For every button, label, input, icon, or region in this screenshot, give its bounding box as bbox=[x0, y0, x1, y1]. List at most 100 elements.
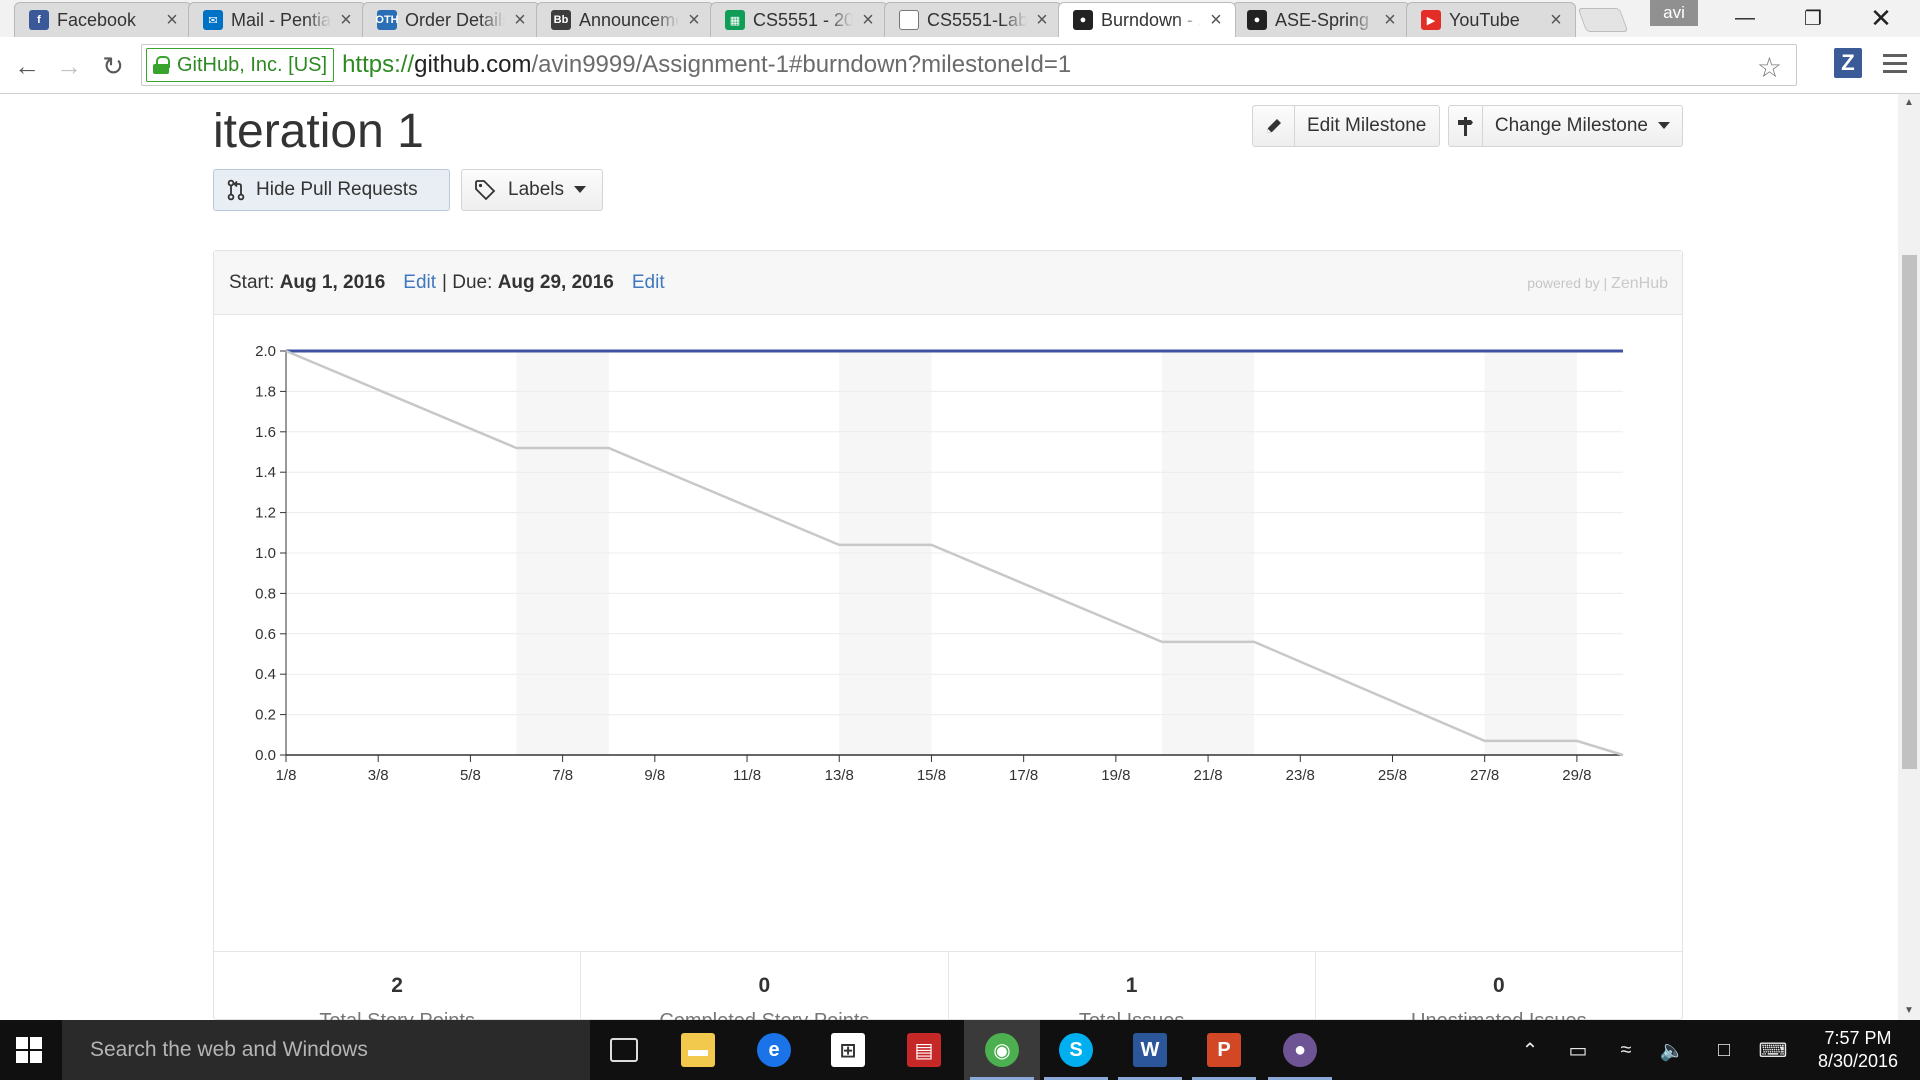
scroll-down-icon[interactable]: ▼ bbox=[1898, 1002, 1920, 1020]
taskbar-app-9[interactable]: ● bbox=[1262, 1020, 1338, 1080]
stat-completed-story-points: 0Completed Story Points bbox=[581, 952, 949, 1020]
url-text[interactable]: https://github.com/avin9999/Assignment-1… bbox=[342, 51, 1071, 79]
browser-tab-6[interactable]: ● Burndown - ZenHub × bbox=[1058, 2, 1236, 37]
taskbar-app-4[interactable]: ▤ bbox=[886, 1020, 962, 1080]
browser-tab-7[interactable]: ● ASE-Spring × bbox=[1232, 2, 1410, 37]
browser-tab-0[interactable]: f Facebook × bbox=[14, 2, 192, 37]
page-scrollbar[interactable]: ▲ ▼ bbox=[1898, 94, 1920, 1020]
windows-start-icon[interactable] bbox=[16, 1037, 42, 1063]
bookmark-star-icon[interactable]: ☆ bbox=[1757, 51, 1782, 84]
tab-title: Mail - Pentiah bbox=[231, 9, 331, 30]
milestone-signpost-icon bbox=[1449, 106, 1483, 146]
taskbar-app-7[interactable]: W bbox=[1112, 1020, 1188, 1080]
burndown-chart: 0.0 0.2 0.4 0.6 0.8 1.0 1.2 1.4 1.6 1.8 2.0 1/8 3/8 5… bbox=[255, 343, 1624, 784]
hide-pull-requests-button[interactable]: Hide Pull Requests bbox=[213, 169, 450, 211]
tab-title: CS5551-Lab bbox=[927, 9, 1027, 30]
new-tab-button[interactable] bbox=[1577, 8, 1629, 32]
taskbar-search-box[interactable]: Search the web and Windows bbox=[62, 1020, 590, 1080]
close-tab-icon[interactable]: × bbox=[1207, 9, 1225, 32]
y-tick-label: 0.2 bbox=[255, 707, 276, 724]
milestone-title: iteration 1 bbox=[213, 105, 424, 158]
y-tick-label: 1.6 bbox=[255, 424, 276, 441]
edit-start-date-link[interactable]: Edit bbox=[403, 272, 436, 294]
youtube-icon: ▶ bbox=[1421, 10, 1441, 30]
close-tab-icon[interactable]: × bbox=[859, 9, 877, 32]
x-tick-label: 25/8 bbox=[1378, 767, 1407, 784]
close-tab-icon[interactable]: × bbox=[1033, 9, 1051, 32]
y-tick-label: 1.0 bbox=[255, 545, 276, 562]
x-tick-label: 21/8 bbox=[1193, 767, 1222, 784]
word-icon: W bbox=[1133, 1033, 1167, 1067]
close-tab-icon[interactable]: × bbox=[163, 9, 181, 32]
volume-icon[interactable]: 🔈 bbox=[1654, 1020, 1690, 1080]
browser-tab-4[interactable]: ▦ CS5551 - 2016 × bbox=[710, 2, 888, 37]
x-tick-label: 29/8 bbox=[1562, 767, 1591, 784]
windows-taskbar: Search the web and Windows ▭▬e⊞▤◉SWP● ⌃ … bbox=[0, 1020, 1920, 1080]
taskbar-app-5[interactable]: ◉ bbox=[964, 1020, 1040, 1080]
keyboard-icon[interactable]: ⌨ bbox=[1752, 1020, 1794, 1080]
zenhub-extension-icon[interactable]: Z bbox=[1834, 48, 1862, 78]
page-content: iteration 1 Edit Milestone Change Milest… bbox=[0, 94, 1898, 1020]
tray-overflow-icon[interactable]: ⌃ bbox=[1512, 1020, 1548, 1080]
close-tab-icon[interactable]: × bbox=[511, 9, 529, 32]
x-tick-label: 5/8 bbox=[460, 767, 481, 784]
tab-title: CS5551 - 2016 bbox=[753, 9, 853, 30]
reload-icon[interactable]: ↻ bbox=[96, 49, 130, 83]
y-tick-label: 0.4 bbox=[255, 666, 276, 683]
y-tick-label: 1.8 bbox=[255, 383, 276, 400]
close-tab-icon[interactable]: × bbox=[685, 9, 703, 32]
ev-certificate-badge[interactable]: GitHub, Inc. [US] bbox=[146, 48, 335, 82]
stat-unestimated-issues: 0Unestimated Issues bbox=[1411, 974, 1587, 1020]
taskbar-app-1[interactable]: ▬ bbox=[660, 1020, 736, 1080]
edge-icon: e bbox=[757, 1033, 791, 1067]
taskbar-app-6[interactable]: S bbox=[1038, 1020, 1114, 1080]
edit-milestone-button[interactable]: Edit Milestone bbox=[1252, 105, 1440, 147]
x-tick-label: 7/8 bbox=[552, 767, 573, 784]
forward-icon[interactable]: → bbox=[52, 49, 86, 83]
minimize-icon[interactable]: — bbox=[1716, 0, 1774, 36]
battery-icon[interactable]: ▭ bbox=[1560, 1020, 1596, 1080]
taskbar-app-3[interactable]: ⊞ bbox=[810, 1020, 886, 1080]
chevron-down-icon bbox=[574, 186, 586, 194]
address-bar[interactable]: GitHub, Inc. [US] https://github.com/avi… bbox=[141, 44, 1797, 86]
pencil-icon bbox=[1253, 106, 1295, 146]
action-center-icon[interactable]: □ bbox=[1706, 1020, 1742, 1080]
scroll-up-icon[interactable]: ▲ bbox=[1898, 94, 1920, 112]
task-view-icon: ▭ bbox=[610, 1038, 638, 1062]
chevron-down-icon bbox=[1658, 122, 1670, 130]
file-explorer-icon: ▬ bbox=[681, 1033, 715, 1067]
browser-tab-5[interactable]: CS5551-Lab × bbox=[884, 2, 1062, 37]
powered-by-zenhub[interactable]: powered by | ZenHub bbox=[1527, 275, 1668, 293]
browser-tab-2[interactable]: OTH Order Details × bbox=[362, 2, 540, 37]
taskbar-app-2[interactable]: e bbox=[736, 1020, 812, 1080]
close-tab-icon[interactable]: × bbox=[1547, 9, 1565, 32]
taskbar-app-8[interactable]: P bbox=[1186, 1020, 1262, 1080]
taskbar-app-0[interactable]: ▭ bbox=[586, 1020, 662, 1080]
skype-icon: S bbox=[1059, 1033, 1093, 1067]
browser-tab-3[interactable]: Bb Announcements × bbox=[536, 2, 714, 37]
back-icon[interactable]: ← bbox=[10, 49, 44, 83]
change-milestone-button[interactable]: Change Milestone bbox=[1448, 105, 1683, 147]
chrome-icon: ◉ bbox=[985, 1033, 1019, 1067]
due-date: Aug 29, 2016 bbox=[497, 271, 614, 293]
taskbar-clock[interactable]: 7:57 PM 8/30/2016 bbox=[1800, 1027, 1916, 1073]
milestone-stats: 2Total Story Points 0Completed Story Poi… bbox=[214, 951, 1682, 1020]
edit-due-date-link[interactable]: Edit bbox=[632, 272, 665, 294]
close-tab-icon[interactable]: × bbox=[337, 9, 355, 32]
close-window-icon[interactable]: ✕ bbox=[1852, 0, 1910, 36]
wifi-icon[interactable]: ≈ bbox=[1608, 1020, 1644, 1080]
close-tab-icon[interactable]: × bbox=[1381, 9, 1399, 32]
labels-dropdown-button[interactable]: Labels bbox=[461, 169, 603, 211]
scrollbar-thumb[interactable] bbox=[1902, 255, 1917, 769]
reader-icon: ▤ bbox=[907, 1033, 941, 1067]
browser-menu-icon[interactable] bbox=[1883, 54, 1907, 74]
profile-button[interactable]: avi bbox=[1650, 0, 1698, 26]
restore-icon[interactable]: ❐ bbox=[1784, 0, 1842, 36]
sheets-icon: ▦ bbox=[725, 10, 745, 30]
browser-tab-8[interactable]: ▶ YouTube × bbox=[1406, 2, 1576, 37]
browser-tab-1[interactable]: ✉ Mail - Pentiah × bbox=[188, 2, 366, 37]
x-tick-label: 27/8 bbox=[1470, 767, 1499, 784]
tab-title: Facebook bbox=[57, 9, 137, 30]
x-tick-label: 17/8 bbox=[1009, 767, 1038, 784]
y-tick-label: 0.6 bbox=[255, 626, 276, 643]
